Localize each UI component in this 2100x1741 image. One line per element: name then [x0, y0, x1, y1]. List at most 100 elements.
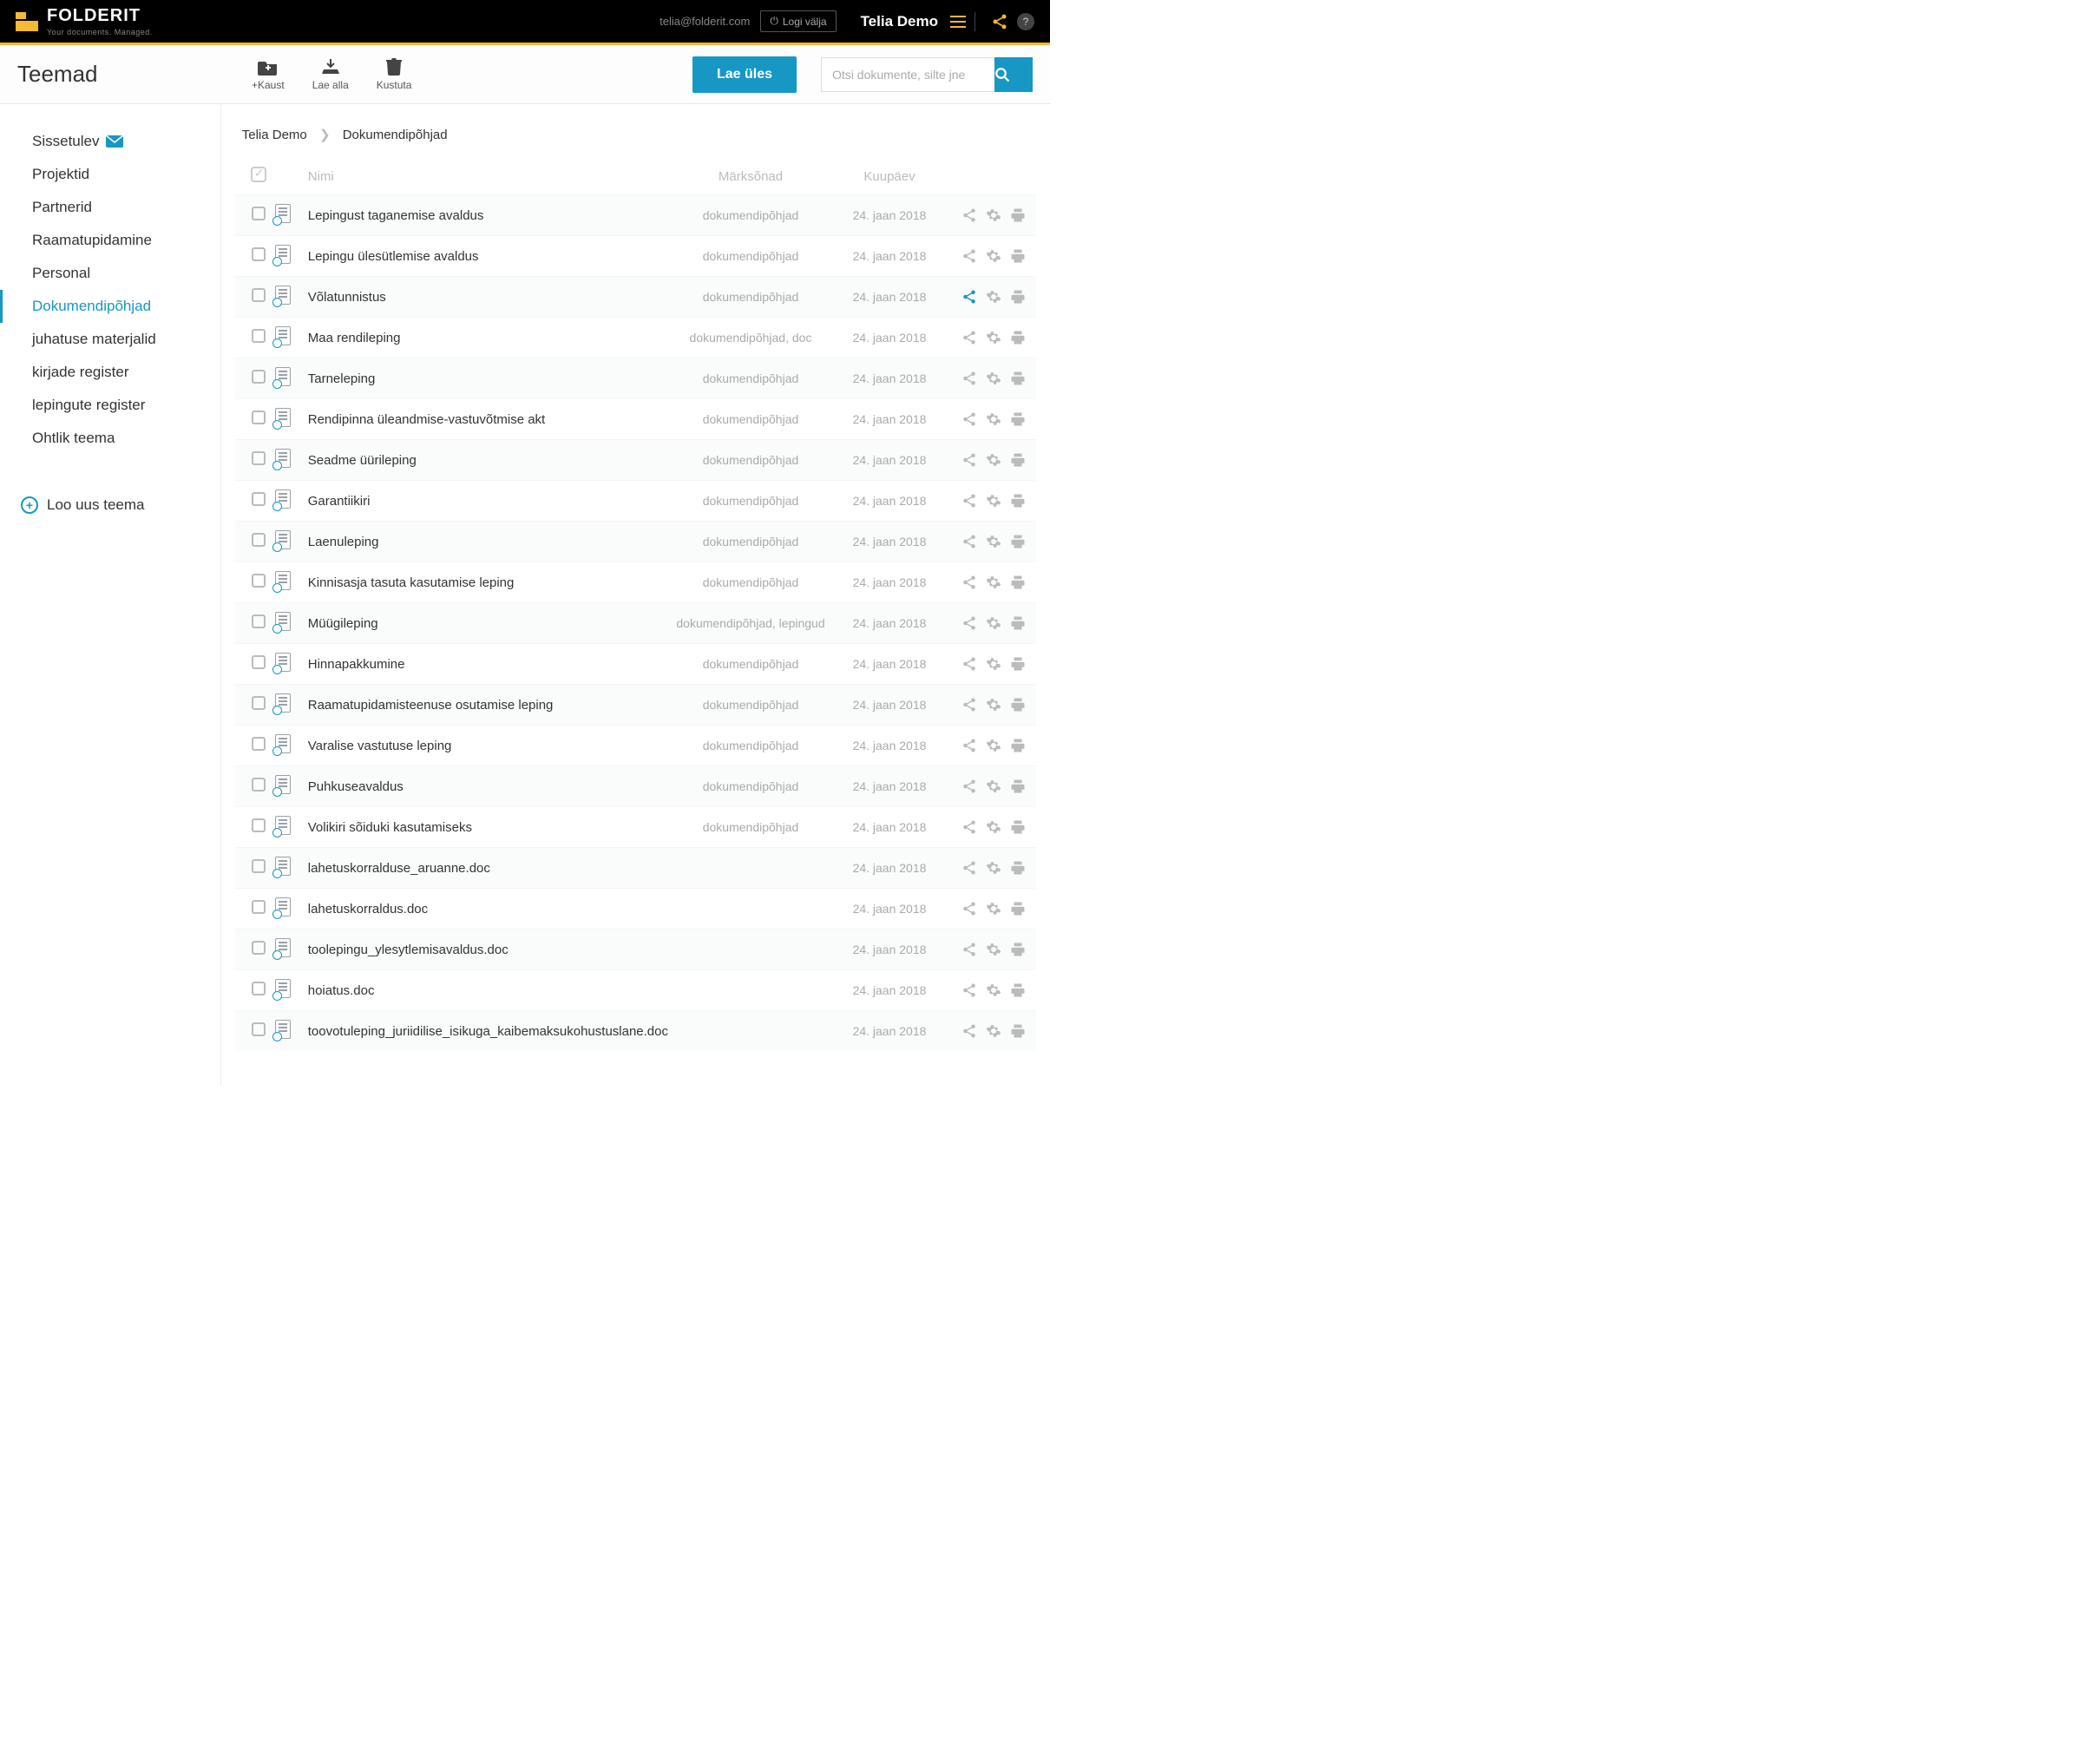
row-name[interactable]: Kinnisasja tasuta kasutamise leping	[305, 575, 668, 590]
table-row[interactable]: lahetuskorraldus.doc24. jaan 2018	[235, 888, 1036, 929]
breadcrumb-root[interactable]: Telia Demo	[242, 128, 307, 142]
row-checkbox[interactable]	[252, 655, 266, 669]
table-row[interactable]: Seadme üürilepingdokumendipõhjad24. jaan…	[235, 439, 1036, 480]
row-name[interactable]: lahetuskorraldus.doc	[305, 902, 668, 916]
share-icon[interactable]	[961, 738, 977, 753]
sidebar-item[interactable]: Ohtlik teema	[0, 422, 220, 455]
row-checkbox[interactable]	[252, 818, 266, 832]
table-row[interactable]: Hinnapakkuminedokumendipõhjad24. jaan 20…	[235, 643, 1036, 684]
print-icon[interactable]	[1010, 901, 1026, 916]
print-icon[interactable]	[1010, 697, 1026, 713]
settings-icon[interactable]	[986, 860, 1001, 876]
sidebar-item[interactable]: kirjade register	[0, 356, 220, 389]
upload-button[interactable]: Lae üles	[692, 56, 797, 93]
row-checkbox[interactable]	[252, 411, 266, 424]
new-folder-button[interactable]: +Kaust	[252, 58, 285, 91]
table-row[interactable]: Rendipinna üleandmise-vastuvõtmise aktdo…	[235, 398, 1036, 439]
share-icon[interactable]	[961, 656, 977, 672]
table-row[interactable]: lahetuskorralduse_aruanne.doc24. jaan 20…	[235, 847, 1036, 888]
share-icon[interactable]	[991, 13, 1008, 30]
select-all-checkbox[interactable]	[251, 167, 266, 182]
print-icon[interactable]	[1010, 982, 1026, 998]
sidebar-item[interactable]: Partnerid	[0, 191, 220, 224]
row-checkbox[interactable]	[252, 451, 266, 465]
row-checkbox[interactable]	[252, 247, 266, 261]
share-icon[interactable]	[961, 779, 977, 794]
share-icon[interactable]	[961, 330, 977, 345]
new-topic-button[interactable]: +Loo uus teema	[0, 481, 220, 514]
share-icon[interactable]	[961, 493, 977, 509]
search-input[interactable]	[821, 57, 994, 92]
print-icon[interactable]	[1010, 207, 1026, 223]
share-icon[interactable]	[961, 615, 977, 631]
table-row[interactable]: Võlatunnistusdokumendipõhjad24. jaan 201…	[235, 276, 1036, 317]
print-icon[interactable]	[1010, 615, 1026, 631]
sidebar-item[interactable]: Dokumendipõhjad	[0, 290, 220, 323]
print-icon[interactable]	[1010, 738, 1026, 753]
row-checkbox[interactable]	[252, 370, 266, 384]
settings-icon[interactable]	[986, 289, 1001, 305]
search-button[interactable]	[994, 57, 1033, 92]
document-icon[interactable]	[275, 204, 291, 223]
document-icon[interactable]	[275, 816, 291, 835]
row-checkbox[interactable]	[252, 859, 266, 873]
settings-icon[interactable]	[986, 330, 1001, 345]
table-row[interactable]: toolepingu_ylesytlemisavaldus.doc24. jaa…	[235, 929, 1036, 969]
settings-icon[interactable]	[986, 371, 1001, 386]
table-row[interactable]: Kinnisasja tasuta kasutamise lepingdokum…	[235, 562, 1036, 602]
logout-button[interactable]: ⏻ Logi välja	[760, 10, 836, 32]
print-icon[interactable]	[1010, 534, 1026, 549]
print-icon[interactable]	[1010, 411, 1026, 427]
row-checkbox[interactable]	[252, 778, 266, 792]
menu-icon[interactable]	[950, 16, 966, 28]
table-row[interactable]: Lepingust taganemise avaldusdokumendipõh…	[235, 194, 1036, 235]
table-row[interactable]: Tarnelepingdokumendipõhjad24. jaan 2018	[235, 358, 1036, 398]
row-name[interactable]: Garantiikiri	[305, 494, 668, 509]
help-button[interactable]: ?	[1017, 13, 1034, 30]
table-row[interactable]: toovotuleping_juriidilise_isikuga_kaibem…	[235, 1010, 1036, 1051]
delete-button[interactable]: Kustuta	[377, 58, 412, 91]
print-icon[interactable]	[1010, 248, 1026, 264]
row-name[interactable]: Seadme üürileping	[305, 453, 668, 468]
print-icon[interactable]	[1010, 289, 1026, 305]
row-checkbox[interactable]	[252, 982, 266, 995]
print-icon[interactable]	[1010, 371, 1026, 386]
document-icon[interactable]	[275, 775, 291, 794]
share-icon[interactable]	[961, 371, 977, 386]
row-name[interactable]: Tarneleping	[305, 371, 668, 386]
document-icon[interactable]	[275, 245, 291, 264]
account-name[interactable]: Telia Demo	[861, 13, 938, 30]
print-icon[interactable]	[1010, 330, 1026, 345]
share-icon[interactable]	[961, 248, 977, 264]
document-icon[interactable]	[275, 734, 291, 753]
settings-icon[interactable]	[986, 982, 1001, 998]
settings-icon[interactable]	[986, 534, 1001, 549]
table-row[interactable]: Maa rendilepingdokumendipõhjad, doc24. j…	[235, 317, 1036, 358]
sidebar-item[interactable]: Raamatupidamine	[0, 224, 220, 257]
settings-icon[interactable]	[986, 1023, 1001, 1039]
print-icon[interactable]	[1010, 575, 1026, 590]
share-icon[interactable]	[961, 942, 977, 957]
sidebar-item[interactable]: juhatuse materjalid	[0, 323, 220, 356]
col-date[interactable]: Kuupäev	[833, 169, 946, 184]
row-checkbox[interactable]	[252, 533, 266, 547]
row-checkbox[interactable]	[252, 1022, 266, 1036]
document-icon[interactable]	[275, 408, 291, 427]
table-row[interactable]: Lepingu ülesütlemise avaldusdokumendipõh…	[235, 235, 1036, 276]
settings-icon[interactable]	[986, 697, 1001, 713]
sidebar-item[interactable]: Personal	[0, 257, 220, 290]
settings-icon[interactable]	[986, 615, 1001, 631]
print-icon[interactable]	[1010, 452, 1026, 468]
col-name[interactable]: Nimi	[305, 169, 668, 184]
share-icon[interactable]	[961, 411, 977, 427]
row-name[interactable]: Võlatunnistus	[305, 290, 668, 305]
share-icon[interactable]	[961, 575, 977, 590]
col-tags[interactable]: Märksõnad	[668, 169, 833, 184]
document-icon[interactable]	[275, 1020, 291, 1039]
settings-icon[interactable]	[986, 819, 1001, 835]
row-checkbox[interactable]	[252, 288, 266, 302]
share-icon[interactable]	[961, 534, 977, 549]
row-name[interactable]: Rendipinna üleandmise-vastuvõtmise akt	[305, 412, 668, 427]
share-icon[interactable]	[961, 697, 977, 713]
settings-icon[interactable]	[986, 207, 1001, 223]
